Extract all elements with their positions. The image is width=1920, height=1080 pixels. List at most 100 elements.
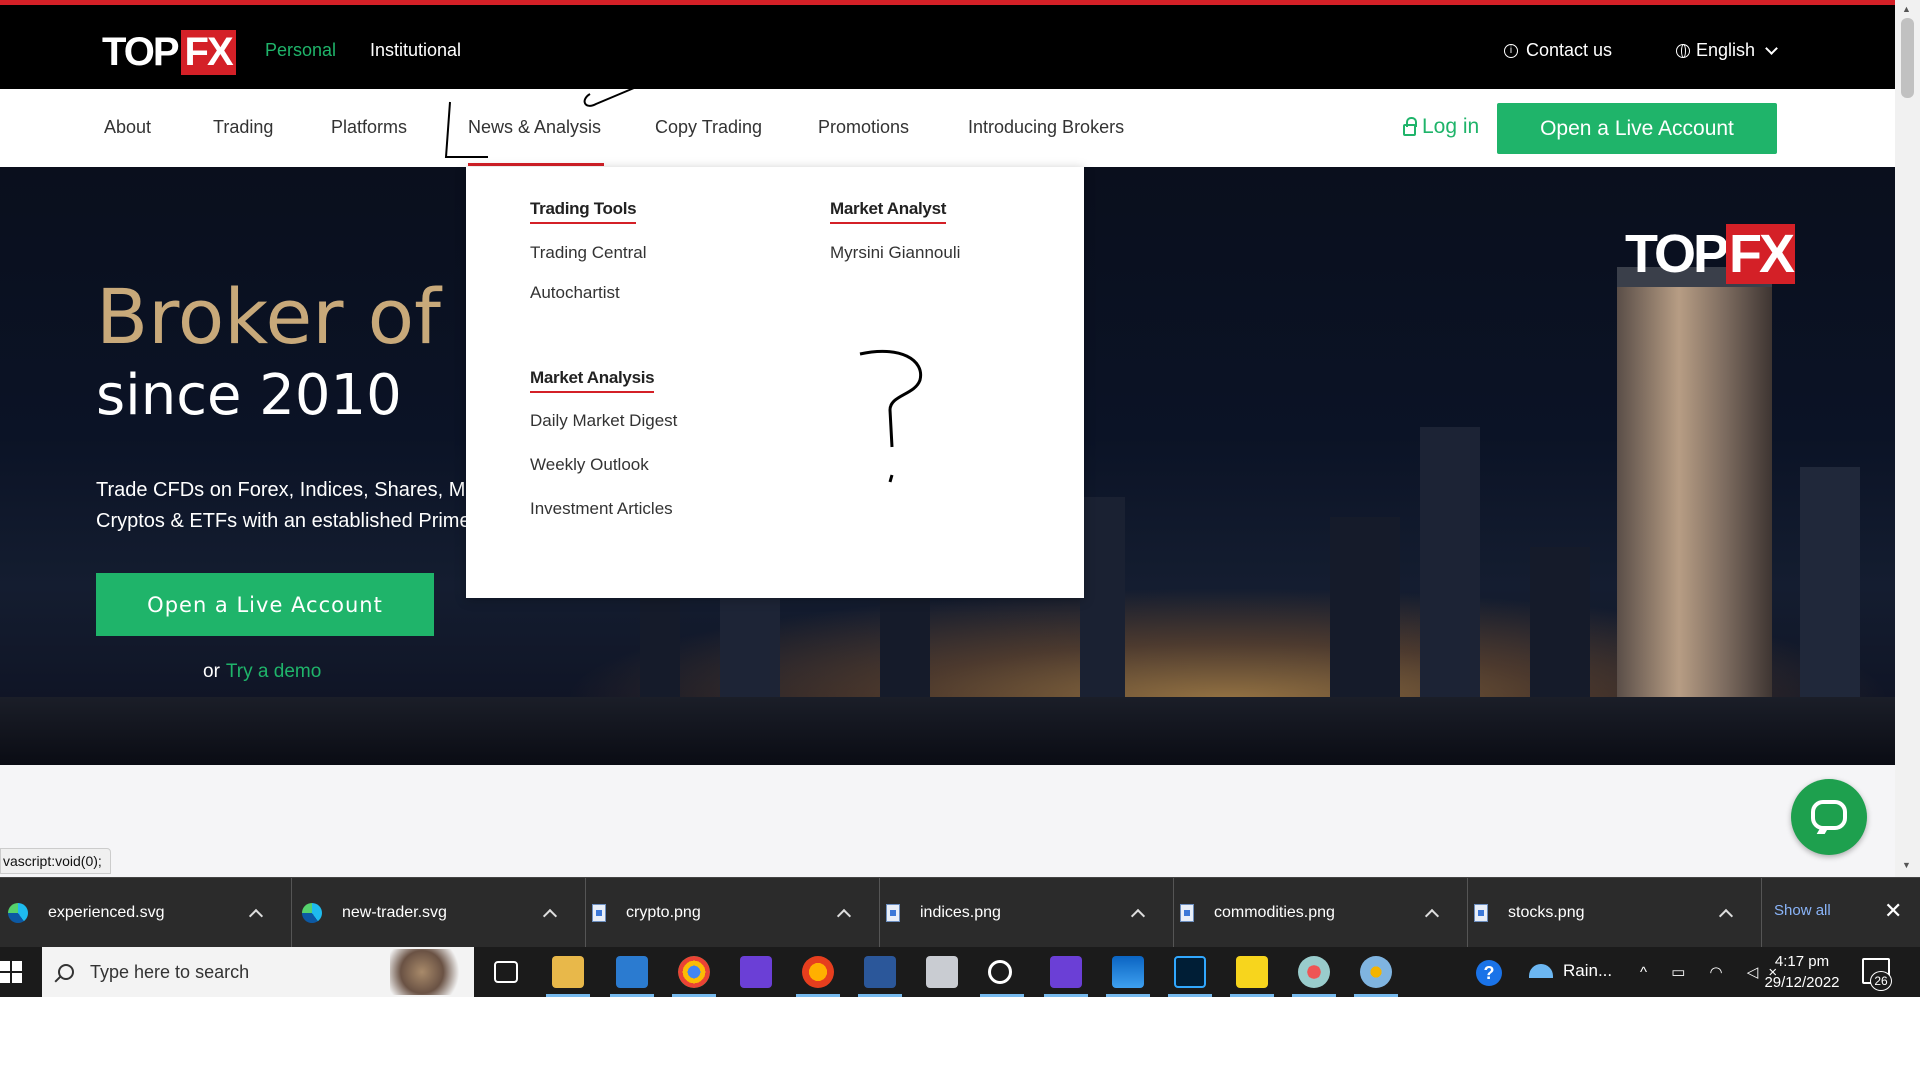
language-label: English: [1696, 40, 1756, 60]
chat-bubble-icon: [1811, 800, 1847, 830]
download-name: commodities.png: [1214, 904, 1335, 921]
scroll-up-arrow-icon[interactable]: ▲: [1902, 4, 1911, 14]
nav-trading[interactable]: Trading: [213, 117, 273, 138]
edge-icon: [302, 903, 322, 923]
skyline-building: [880, 587, 930, 707]
main-nav: About Trading Platforms News & Analysis …: [0, 89, 1895, 167]
windows-taskbar: Type here to search ? Rain... ^ ▭ ◠ ◁× 4…: [0, 947, 1920, 997]
or-try-demo: or Try a demo: [203, 661, 321, 683]
firefox-icon[interactable]: [802, 956, 834, 988]
dropdown-item-myrsini-giannouli[interactable]: Myrsini Giannouli: [830, 243, 960, 263]
download-item[interactable]: indices.png: [882, 878, 1174, 948]
nav-introducing-brokers[interactable]: Introducing Brokers: [968, 117, 1124, 138]
logo-fx-text: FX: [180, 29, 236, 75]
skyline-building: [1530, 547, 1590, 707]
sticky-notes-icon[interactable]: [1236, 956, 1268, 988]
screen: TOP FX Personal Institutional i Contact …: [0, 0, 1920, 1080]
windows-start-icon[interactable]: [0, 961, 22, 983]
top-bar: TOP FX Personal Institutional i Contact …: [0, 0, 1895, 89]
chevron-up-icon[interactable]: [248, 908, 264, 923]
download-item[interactable]: crypto.png: [588, 878, 880, 948]
skyline-building: [1800, 467, 1860, 707]
dropdown-item-autochartist[interactable]: Autochartist: [530, 283, 620, 303]
scroll-down-arrow-icon[interactable]: ▼: [1902, 860, 1911, 870]
download-name: stocks.png: [1508, 904, 1585, 921]
photos-icon[interactable]: [1112, 956, 1144, 988]
hero-subtitle-line1: Trade CFDs on Forex, Indices, Shares, Me…: [96, 479, 494, 501]
taskbar-clock[interactable]: 4:17 pm 29/12/2022: [1757, 951, 1847, 993]
weather-widget[interactable]: Rain...: [1529, 961, 1612, 981]
nav-copy-trading[interactable]: Copy Trading: [655, 117, 762, 138]
help-icon[interactable]: ?: [1476, 960, 1502, 986]
chevron-up-icon[interactable]: [836, 908, 852, 923]
skyline-building: [1080, 497, 1125, 707]
dropdown-heading-trading-tools[interactable]: Trading Tools: [530, 199, 637, 224]
logo-top-text: TOP: [102, 29, 180, 74]
dropdown-heading-market-analysis[interactable]: Market Analysis: [530, 368, 655, 393]
open-live-account-button[interactable]: Open a Live Account: [1497, 103, 1777, 154]
skyline-building: [1330, 517, 1400, 707]
try-demo-link[interactable]: Try a demo: [226, 661, 321, 682]
contact-us-link[interactable]: i Contact us: [1504, 40, 1612, 61]
dropdown-item-daily-market-digest[interactable]: Daily Market Digest: [530, 411, 677, 431]
weather-label: Rain...: [1563, 961, 1613, 980]
download-name: new-trader.svg: [342, 904, 447, 921]
chevron-up-icon[interactable]: [1718, 908, 1734, 923]
page-scrollbar[interactable]: ▲ ▼: [1895, 0, 1920, 877]
tower-logo-top: TOP: [1625, 224, 1729, 284]
taskbar-search-placeholder: Type here to search: [90, 961, 250, 982]
page-content-area: [0, 765, 1895, 877]
login-link[interactable]: Log in: [1403, 115, 1479, 139]
purple-app-icon[interactable]: [740, 956, 772, 988]
chat-button[interactable]: [1791, 779, 1867, 855]
nav-personal[interactable]: Personal: [265, 40, 336, 61]
file-icon: [1474, 904, 1488, 922]
nav-platforms[interactable]: Platforms: [331, 117, 407, 138]
hero-open-live-account-button[interactable]: Open a Live Account: [96, 573, 434, 636]
word-icon[interactable]: [864, 956, 896, 988]
dropdown-heading-market-analyst[interactable]: Market Analyst: [830, 199, 946, 224]
chevron-down-icon: [1765, 41, 1778, 55]
show-all-downloads-button[interactable]: Show all: [1774, 902, 1874, 919]
paint-icon[interactable]: [1360, 956, 1392, 988]
file-icon: [592, 904, 606, 922]
language-selector[interactable]: English: [1676, 40, 1778, 61]
photo-viewer-icon[interactable]: [926, 956, 958, 988]
scroll-thumb[interactable]: [1901, 18, 1914, 98]
photoshop-icon[interactable]: [1174, 956, 1206, 988]
clock-date: 29/12/2022: [1764, 974, 1840, 991]
hero-title-line2: since 2010: [96, 363, 402, 428]
umbrella-icon: [1529, 964, 1553, 978]
water-reflection: [0, 697, 1895, 765]
download-item[interactable]: new-trader.svg: [294, 878, 586, 948]
chrome-icon[interactable]: [678, 956, 710, 988]
status-bar-url: vascript:void(0);: [0, 848, 111, 874]
topfx-tower-building: [1617, 287, 1772, 707]
chevron-up-icon[interactable]: [1130, 908, 1146, 923]
download-item[interactable]: experienced.svg: [0, 878, 292, 948]
topfx-logo[interactable]: TOP FX: [102, 29, 236, 75]
info-icon: i: [1504, 43, 1518, 58]
contact-us-label: Contact us: [1526, 40, 1613, 60]
snipping-tool-icon[interactable]: [1298, 956, 1330, 988]
nav-institutional[interactable]: Institutional: [370, 40, 461, 61]
nav-news-analysis[interactable]: News & Analysis: [468, 117, 601, 138]
close-icon[interactable]: ✕: [1884, 898, 1902, 924]
tower-topfx-logo: TOPFX: [1625, 223, 1795, 285]
settings-gear-icon[interactable]: [988, 960, 1012, 984]
task-view-icon[interactable]: [494, 961, 518, 983]
dropdown-item-weekly-outlook[interactable]: Weekly Outlook: [530, 455, 649, 475]
chevron-up-icon[interactable]: [542, 908, 558, 923]
chevron-up-icon[interactable]: [1424, 908, 1440, 923]
vscode-icon[interactable]: [616, 956, 648, 988]
nav-about[interactable]: About: [104, 117, 151, 138]
download-item[interactable]: commodities.png: [1176, 878, 1468, 948]
purple-app-2-icon[interactable]: [1050, 956, 1082, 988]
dropdown-item-investment-articles[interactable]: Investment Articles: [530, 499, 673, 519]
download-name: experienced.svg: [48, 904, 165, 921]
downloads-bar: experienced.svg new-trader.svg crypto.pn…: [0, 877, 1920, 948]
nav-promotions[interactable]: Promotions: [818, 117, 909, 138]
dropdown-item-trading-central[interactable]: Trading Central: [530, 243, 647, 263]
file-explorer-icon[interactable]: [552, 956, 584, 988]
download-item[interactable]: stocks.png: [1470, 878, 1762, 948]
